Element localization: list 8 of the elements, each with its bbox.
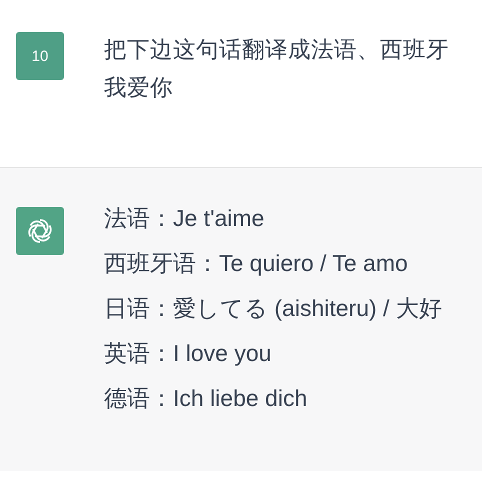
message-text: 我爱你 bbox=[104, 74, 173, 102]
message-text: 法语：Je t'aime bbox=[104, 204, 264, 233]
user-avatar: 10 bbox=[16, 32, 64, 80]
message-text: 把下边这句话翻译成法语、西班牙 bbox=[104, 36, 449, 64]
message-text: 日语：愛してる (aishiteru) / 大好 bbox=[104, 294, 442, 323]
message-text: 德语：Ich liebe dich bbox=[104, 384, 308, 413]
message-text: 英语：I love you bbox=[104, 339, 272, 368]
message-text: 西班牙语：Te quiero / Te amo bbox=[104, 249, 408, 278]
